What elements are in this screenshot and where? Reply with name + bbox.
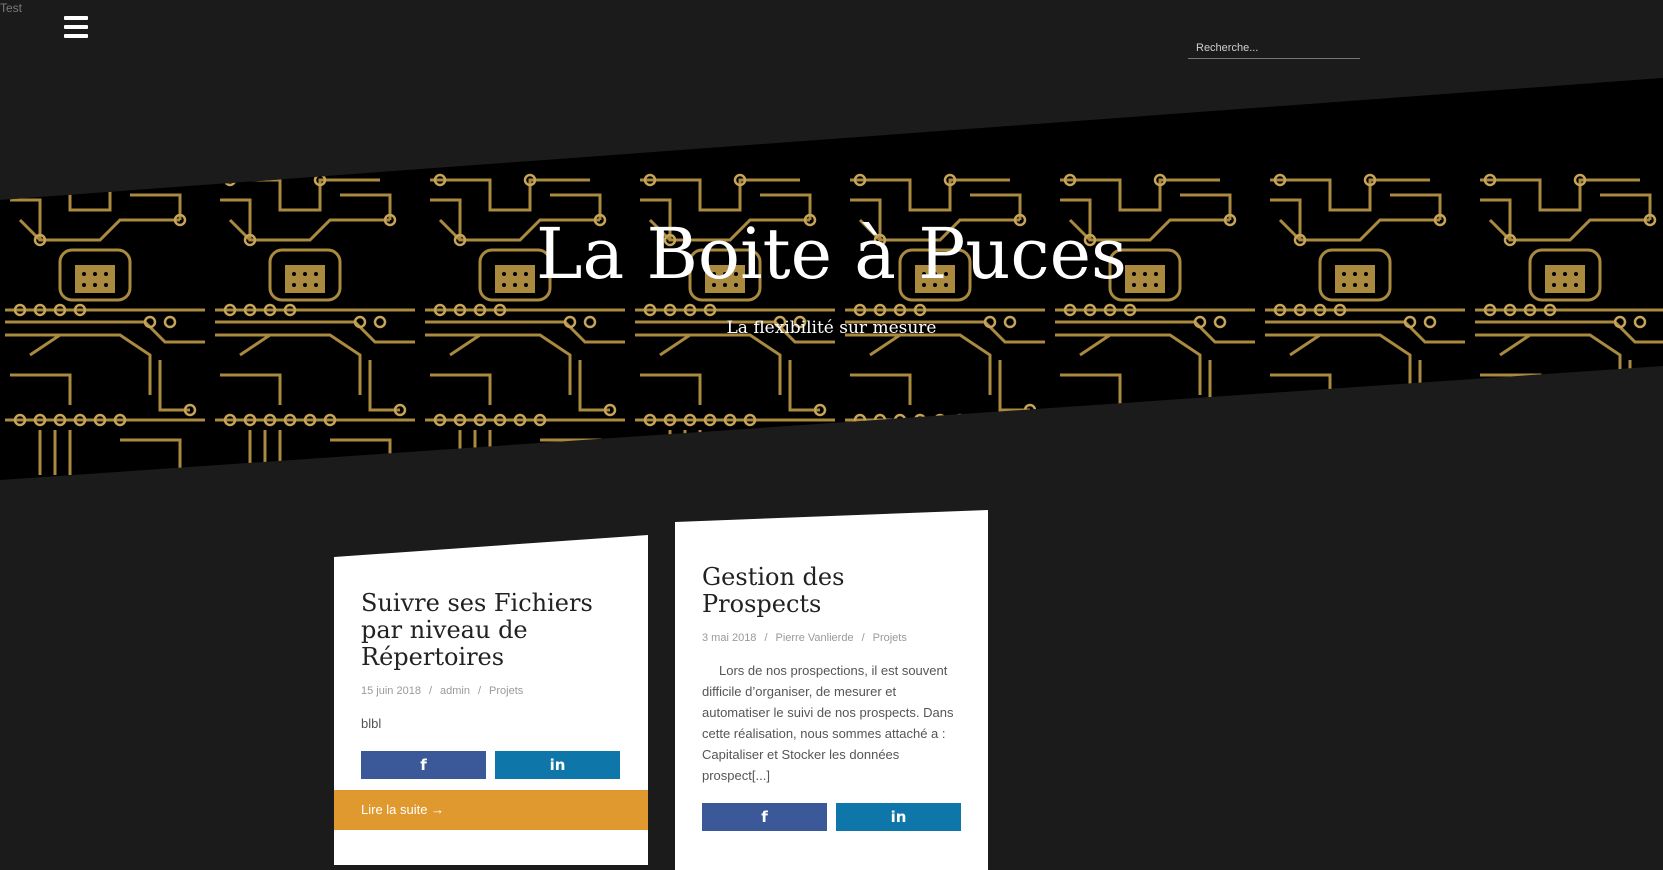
post-excerpt: blbl <box>361 716 382 731</box>
post-title[interactable]: Suivre ses Fichiers par niveau de Répert… <box>361 590 621 671</box>
linkedin-icon: in <box>549 756 566 774</box>
post-author[interactable]: admin <box>440 685 470 697</box>
post-card: Suivre ses Fichiers par niveau de Répert… <box>334 535 648 865</box>
post-title[interactable]: Gestion des Prospects <box>702 564 961 618</box>
post-excerpt: Lors de nos prospections, il est souvent… <box>702 660 961 786</box>
site-tagline: La flexibilité sur mesure <box>726 318 937 338</box>
post-meta: 15 juin 2018/admin / Projets <box>361 685 524 697</box>
post-date[interactable]: 15 juin 2018 <box>361 685 421 697</box>
linkedin-icon: in <box>890 808 907 826</box>
read-more-link[interactable]: Lire la suite → <box>334 790 648 830</box>
post-author[interactable]: Pierre Vanlierde <box>776 632 854 644</box>
post-card: Gestion des Prospects 3 mai 2018/Pierre … <box>675 510 988 870</box>
post-date[interactable]: 3 mai 2018 <box>702 632 756 644</box>
share-buttons: f in <box>702 803 961 831</box>
linkedin-share-button[interactable]: in <box>495 751 620 779</box>
post-excerpt-text: Lors de nos prospections, il est souvent… <box>702 663 954 783</box>
share-buttons: f in <box>361 751 621 779</box>
facebook-share-button[interactable]: f <box>361 751 486 779</box>
site-title: La Boite à Puces <box>536 213 1127 295</box>
post-category[interactable]: Projets <box>873 632 907 644</box>
linkedin-share-button[interactable]: in <box>836 803 961 831</box>
post-category[interactable]: Projets <box>489 685 523 697</box>
facebook-share-button[interactable]: f <box>702 803 827 831</box>
post-meta: 3 mai 2018/Pierre Vanlierde / Projets <box>702 632 907 644</box>
facebook-icon: f <box>420 756 427 774</box>
excerpt-more-link[interactable]: [...] <box>752 768 770 783</box>
facebook-icon: f <box>761 808 768 826</box>
